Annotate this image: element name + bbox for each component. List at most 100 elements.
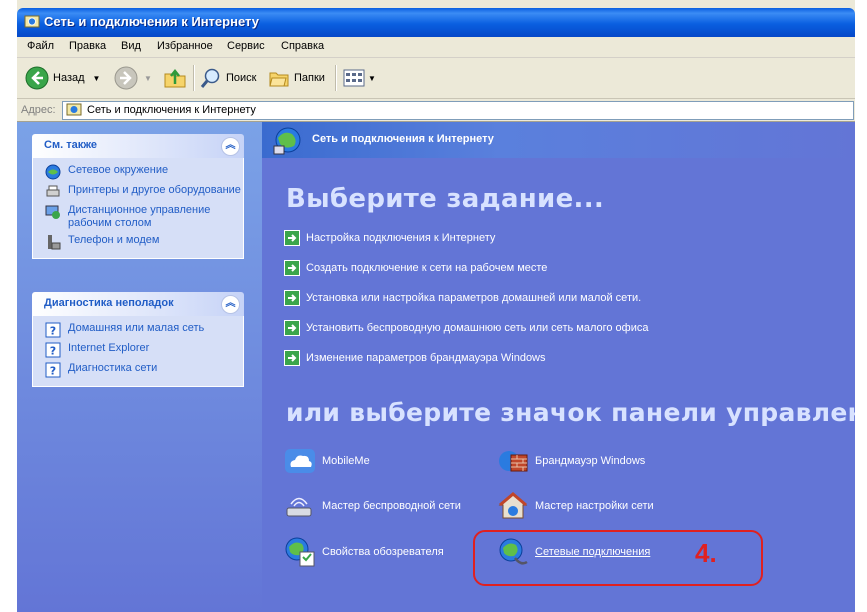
menu-tools[interactable]: Сервис: [227, 40, 265, 52]
category-title: Сеть и подключения к Интернету: [312, 133, 494, 145]
cp-icon-label: Мастер настройки сети: [535, 500, 654, 512]
cp-icon-label: Свойства обозревателя: [322, 546, 444, 558]
collapse-chevron-icon[interactable]: ︽: [221, 295, 240, 314]
address-value: Сеть и подключения к Интернету: [87, 104, 256, 116]
address-label: Адрес:: [21, 104, 56, 116]
cp-icon-wireless-wizard[interactable]: Мастер беспроводной сети: [284, 490, 461, 522]
cp-icon-label: MobileMe: [322, 455, 370, 467]
search-label: Поиск: [226, 72, 257, 84]
window-title: Сеть и подключения к Интернету: [44, 14, 259, 29]
see-also-item-label: Сетевое окружение: [68, 164, 169, 176]
back-button[interactable]: Назад ▼: [25, 66, 100, 90]
wireless-icon: [286, 497, 312, 517]
see-also-title: См. также: [44, 139, 97, 151]
task-link[interactable]: Установить беспроводную домашнюю сеть ил…: [284, 320, 648, 336]
task-label: Установить беспроводную домашнюю сеть ил…: [306, 322, 649, 334]
troubleshoot-item-ie[interactable]: ? Internet Explorer: [33, 342, 243, 358]
home-network-icon: [498, 492, 528, 519]
folders-icon: [269, 72, 289, 87]
pick-task-heading: Выберите задание...: [286, 184, 605, 214]
see-also-item-label: Телефон и модем: [68, 234, 160, 246]
pick-icon-heading: или выберите значок панели управления: [286, 398, 855, 427]
cloud-icon: [285, 449, 315, 473]
cp-icon-label: Мастер беспроводной сети: [322, 500, 461, 512]
menu-file[interactable]: Файл: [27, 40, 54, 52]
see-also-item-printers[interactable]: Принтеры и другое оборудование: [33, 184, 243, 200]
network-folder-icon: [66, 103, 82, 116]
remote-desktop-icon: [45, 205, 60, 219]
printer-icon: [46, 185, 60, 197]
help-icon: ?: [45, 362, 61, 378]
back-dropdown-icon[interactable]: ▼: [93, 74, 101, 83]
toolbar-separator: [335, 65, 337, 91]
see-also-item-phone-modem[interactable]: Телефон и модем: [33, 234, 243, 250]
search-icon: [200, 68, 220, 88]
folders-button[interactable]: Папки: [268, 66, 325, 90]
help-icon: ?: [45, 322, 61, 338]
network-category-icon: [273, 127, 301, 155]
troubleshoot-item-label: Домашняя или малая сеть: [68, 322, 205, 334]
address-bar: Адрес: Сеть и подключения к Интернету: [17, 99, 855, 122]
internet-options-icon: [285, 537, 315, 567]
task-link[interactable]: Установка или настройка параметров домаш…: [284, 290, 641, 306]
troubleshoot-title: Диагностика неполадок: [44, 297, 174, 309]
cp-icon-mobileme[interactable]: MobileMe: [284, 445, 370, 477]
see-also-item-remote-desktop[interactable]: Дистанционное управление рабочим столом: [33, 204, 243, 230]
see-also-panel: См. также ︽ Сетевое окружение Принтеры и…: [32, 134, 244, 259]
menu-favorites[interactable]: Избранное: [157, 40, 213, 52]
up-folder-button[interactable]: [163, 66, 187, 90]
task-arrow-icon: [284, 260, 300, 276]
back-label: Назад: [53, 72, 85, 84]
see-also-body: Сетевое окружение Принтеры и другое обор…: [32, 158, 244, 259]
cp-icon-firewall[interactable]: Брандмауэр Windows: [497, 445, 645, 477]
troubleshoot-item-label: Internet Explorer: [68, 342, 150, 354]
svg-text:?: ?: [50, 325, 56, 338]
forward-arrow-icon: [114, 66, 138, 90]
search-button[interactable]: Поиск: [200, 66, 256, 90]
toolbar-separator: [193, 65, 195, 91]
troubleshoot-item-home-network[interactable]: ? Домашняя или малая сеть: [33, 322, 243, 338]
firewall-icon: [499, 451, 528, 472]
task-pane: См. также ︽ Сетевое окружение Принтеры и…: [17, 122, 262, 612]
cp-icon-network-wizard[interactable]: Мастер настройки сети: [497, 490, 654, 522]
address-field[interactable]: Сеть и подключения к Интернету: [62, 101, 854, 120]
annotation-step-number: 4.: [695, 538, 717, 568]
cp-icon-label: Брандмауэр Windows: [535, 455, 646, 467]
task-link[interactable]: Настройка подключения к Интернету: [284, 230, 495, 246]
svg-text:?: ?: [50, 365, 56, 378]
forward-button[interactable]: ▼: [114, 66, 152, 90]
title-bar[interactable]: Сеть и подключения к Интернету: [17, 8, 855, 37]
toolbar: Назад ▼ ▼ Поиск Папки ▼: [17, 58, 855, 99]
see-also-item-label: Дистанционное управление рабочим столом: [68, 204, 211, 229]
task-label: Настройка подключения к Интернету: [306, 232, 496, 244]
task-label: Установка или настройка параметров домаш…: [306, 292, 642, 304]
menu-edit[interactable]: Правка: [69, 40, 106, 52]
troubleshoot-item-label: Диагностика сети: [68, 362, 158, 374]
task-label: Изменение параметров брандмауэра Windows: [306, 352, 546, 364]
network-places-icon: [45, 164, 61, 180]
views-icon: [343, 69, 365, 87]
task-link[interactable]: Изменение параметров брандмауэра Windows: [284, 350, 546, 366]
troubleshoot-header[interactable]: Диагностика неполадок ︽: [32, 292, 244, 316]
help-icon: ?: [45, 342, 61, 358]
task-link[interactable]: Создать подключение к сети на рабочем ме…: [284, 260, 547, 276]
menu-view[interactable]: Вид: [121, 40, 141, 52]
see-also-header[interactable]: См. также ︽: [32, 134, 244, 158]
troubleshoot-body: ? Домашняя или малая сеть ? Internet Exp…: [32, 316, 244, 387]
views-dropdown-icon[interactable]: ▼: [368, 74, 376, 83]
collapse-chevron-icon[interactable]: ︽: [221, 137, 240, 156]
svg-text:?: ?: [50, 345, 56, 358]
menu-bar: Файл Правка Вид Избранное Сервис Справка: [17, 37, 855, 58]
task-arrow-icon: [284, 320, 300, 336]
views-button[interactable]: ▼: [343, 66, 376, 90]
cp-icon-internet-options[interactable]: Свойства обозревателя: [284, 536, 444, 568]
annotation-highlight: [473, 530, 763, 586]
menu-help[interactable]: Справка: [281, 40, 324, 52]
forward-dropdown-icon[interactable]: ▼: [144, 74, 152, 83]
see-also-item-network-places[interactable]: Сетевое окружение: [33, 164, 243, 180]
troubleshoot-item-network-diag[interactable]: ? Диагностика сети: [33, 362, 243, 378]
task-arrow-icon: [284, 290, 300, 306]
see-also-item-label: Принтеры и другое оборудование: [68, 184, 241, 196]
folders-label: Папки: [294, 72, 325, 84]
phone-icon: [48, 235, 61, 250]
